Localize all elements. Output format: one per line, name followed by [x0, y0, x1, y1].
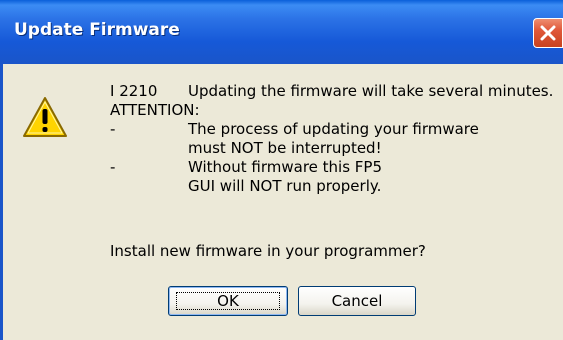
bullet-text: The process of updating your firmware: [188, 120, 479, 138]
cancel-button-label: Cancel: [331, 292, 383, 310]
attention-label: ATTENTION:: [110, 101, 200, 119]
cancel-button[interactable]: Cancel: [298, 286, 416, 316]
window-border: [0, 64, 3, 340]
ok-button[interactable]: OK: [168, 286, 288, 316]
question-text: Install new firmware in your programmer?: [110, 242, 426, 260]
window-title: Update Firmware: [14, 20, 180, 40]
close-button[interactable]: [533, 18, 563, 48]
bullet-text: GUI will NOT run properly.: [188, 177, 382, 195]
message-code: I 2210: [110, 82, 158, 100]
ok-button-label: OK: [217, 292, 239, 310]
bullet-dash: -: [110, 120, 116, 138]
close-icon: [540, 25, 556, 41]
title-bar[interactable]: Update Firmware: [0, 0, 563, 64]
bullet-text: must NOT be interrupted!: [188, 139, 382, 157]
message-text: Updating the firmware will take several …: [188, 82, 554, 100]
bullet-text: Without firmware this FP5: [188, 158, 383, 176]
warning-icon: [23, 97, 67, 137]
bullet-dash: -: [110, 158, 116, 176]
update-firmware-dialog: Update Firmware I 2210 Updating the firm…: [0, 0, 563, 340]
